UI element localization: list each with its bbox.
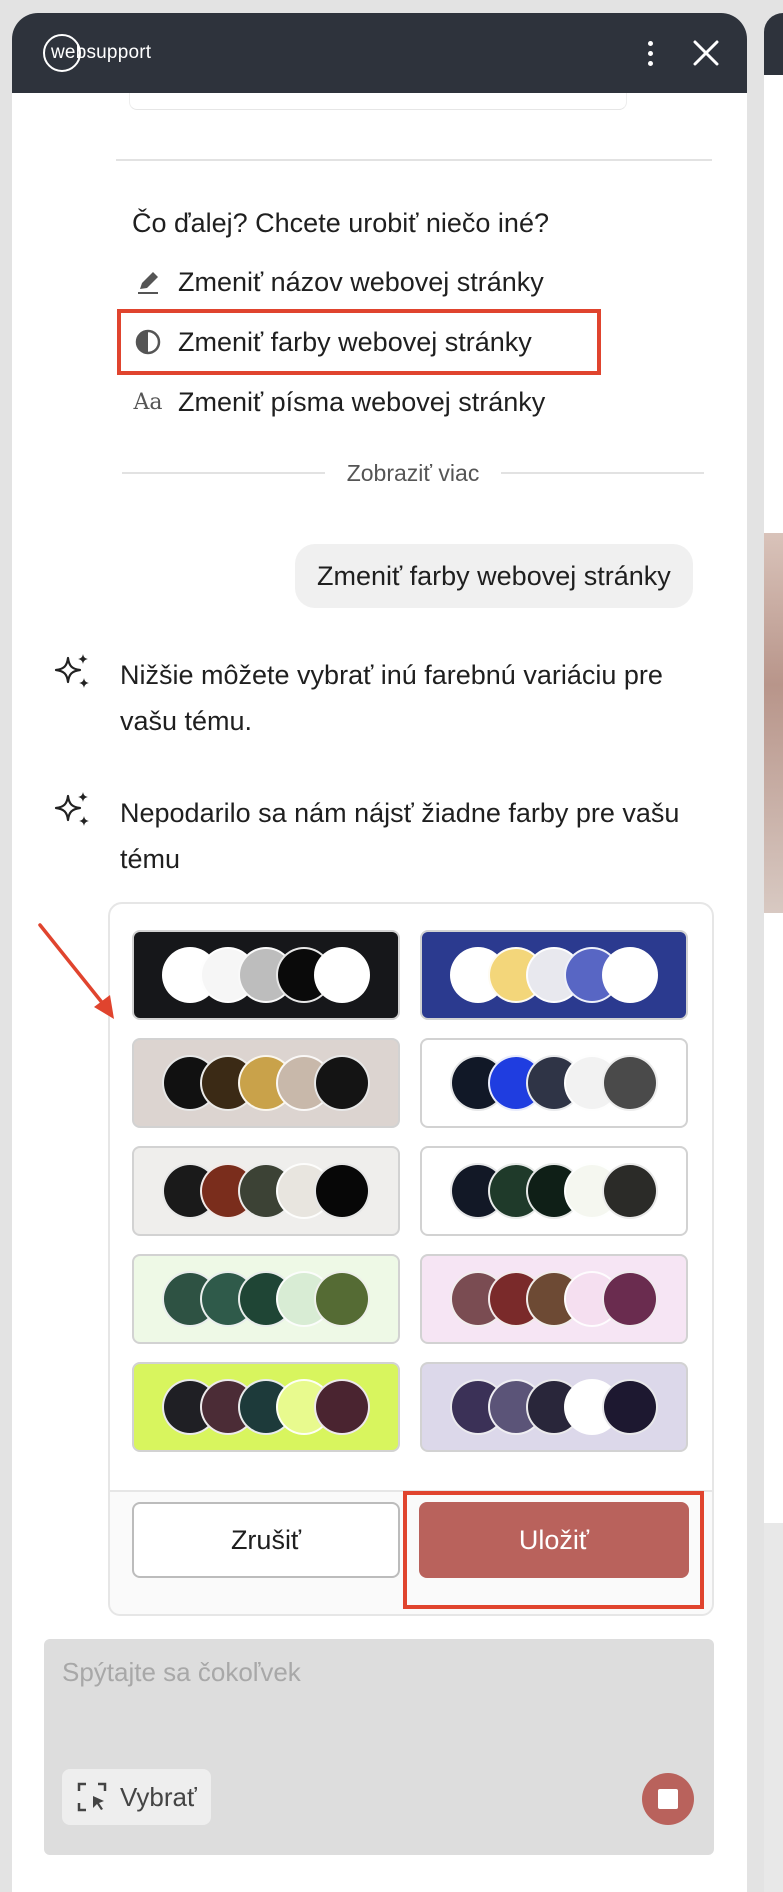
palette-option-1[interactable] [132, 930, 400, 1020]
color-palette-picker [108, 902, 714, 1492]
color-dot [602, 1055, 658, 1111]
divider [116, 159, 712, 161]
divider [501, 472, 705, 474]
close-button[interactable] [686, 33, 726, 73]
palette-colors [162, 1379, 370, 1435]
palette-grid [132, 930, 688, 1452]
chat-header: websupport [12, 13, 747, 93]
pencil-icon [128, 262, 168, 302]
option-label: Zmeniť písma webovej stránky [178, 386, 546, 417]
option-change-name[interactable]: Zmeniť názov webovej stránky [128, 256, 608, 308]
color-dot [602, 947, 658, 1003]
logo-text: websupport [51, 42, 152, 63]
stop-icon [658, 1789, 678, 1809]
palette-colors [450, 1271, 658, 1327]
chat-panel: websupport Čo ďalej? Chcete urobiť niečo… [12, 13, 747, 1892]
palette-option-7[interactable] [132, 1254, 400, 1344]
background-header [764, 13, 783, 75]
ai-sparkle-icon [54, 654, 89, 688]
palette-option-9[interactable] [132, 1362, 400, 1452]
next-step-question: Čo ďalej? Chcete urobiť niečo iné? [132, 208, 549, 238]
palette-colors [162, 947, 370, 1003]
color-dot [602, 1379, 658, 1435]
color-dot [602, 1271, 658, 1327]
palette-option-4[interactable] [420, 1038, 688, 1128]
palette-colors [450, 1379, 658, 1435]
palette-colors [450, 1055, 658, 1111]
palette-colors [162, 1055, 370, 1111]
palette-option-2[interactable] [420, 930, 688, 1020]
chat-input[interactable]: Spýtajte sa čokoľvek Vybrať [44, 1639, 714, 1855]
background-app [764, 13, 783, 1892]
palette-option-6[interactable] [420, 1146, 688, 1236]
color-dot [602, 1163, 658, 1219]
kebab-icon [647, 38, 653, 68]
more-options-button[interactable] [630, 33, 670, 73]
palette-option-5[interactable] [132, 1146, 400, 1236]
background-image [764, 533, 783, 913]
annotation-arrow-icon [38, 923, 114, 1019]
show-more-link[interactable]: Zobraziť viac [122, 458, 705, 488]
bot-message-text: Nižšie môžete vybrať inú farebnú variáci… [120, 660, 663, 736]
palette-colors [450, 947, 658, 1003]
chat-input-placeholder: Spýtajte sa čokoľvek [62, 1657, 301, 1687]
color-dot [314, 1271, 370, 1327]
font-icon: Aa [133, 389, 163, 415]
close-icon [693, 40, 719, 66]
highlight-box [117, 309, 601, 375]
bot-message-text: Nepodarilo sa nám nájsť žiadne farby pre… [120, 798, 680, 874]
option-label: Zmeniť názov webovej stránky [178, 266, 544, 297]
palette-option-10[interactable] [420, 1362, 688, 1452]
select-element-button[interactable]: Vybrať [62, 1769, 211, 1825]
divider [122, 472, 325, 474]
color-dot [314, 1379, 370, 1435]
previous-message-card [129, 93, 627, 110]
cancel-button[interactable]: Zrušiť [132, 1502, 400, 1578]
show-more-label: Zobraziť viac [346, 459, 480, 486]
color-dot [314, 1163, 370, 1219]
highlight-box [403, 1491, 704, 1609]
background-content [764, 913, 783, 1533]
stop-button[interactable] [642, 1773, 694, 1825]
websupport-logo: websupport [43, 33, 151, 73]
background-footer [764, 1523, 783, 1892]
palette-colors [162, 1163, 370, 1219]
palette-option-3[interactable] [132, 1038, 400, 1128]
ai-sparkle-icon [54, 792, 89, 826]
select-label: Vybrať [120, 1781, 197, 1812]
palette-colors [450, 1163, 658, 1219]
palette-colors [162, 1271, 370, 1327]
option-change-fonts[interactable]: Aa Zmeniť písma webovej stránky [128, 376, 608, 428]
color-dot [314, 947, 370, 1003]
color-dot [314, 1055, 370, 1111]
select-area-icon [77, 1782, 107, 1812]
user-message: Zmeniť farby webovej stránky [295, 544, 693, 608]
palette-option-8[interactable] [420, 1254, 688, 1344]
